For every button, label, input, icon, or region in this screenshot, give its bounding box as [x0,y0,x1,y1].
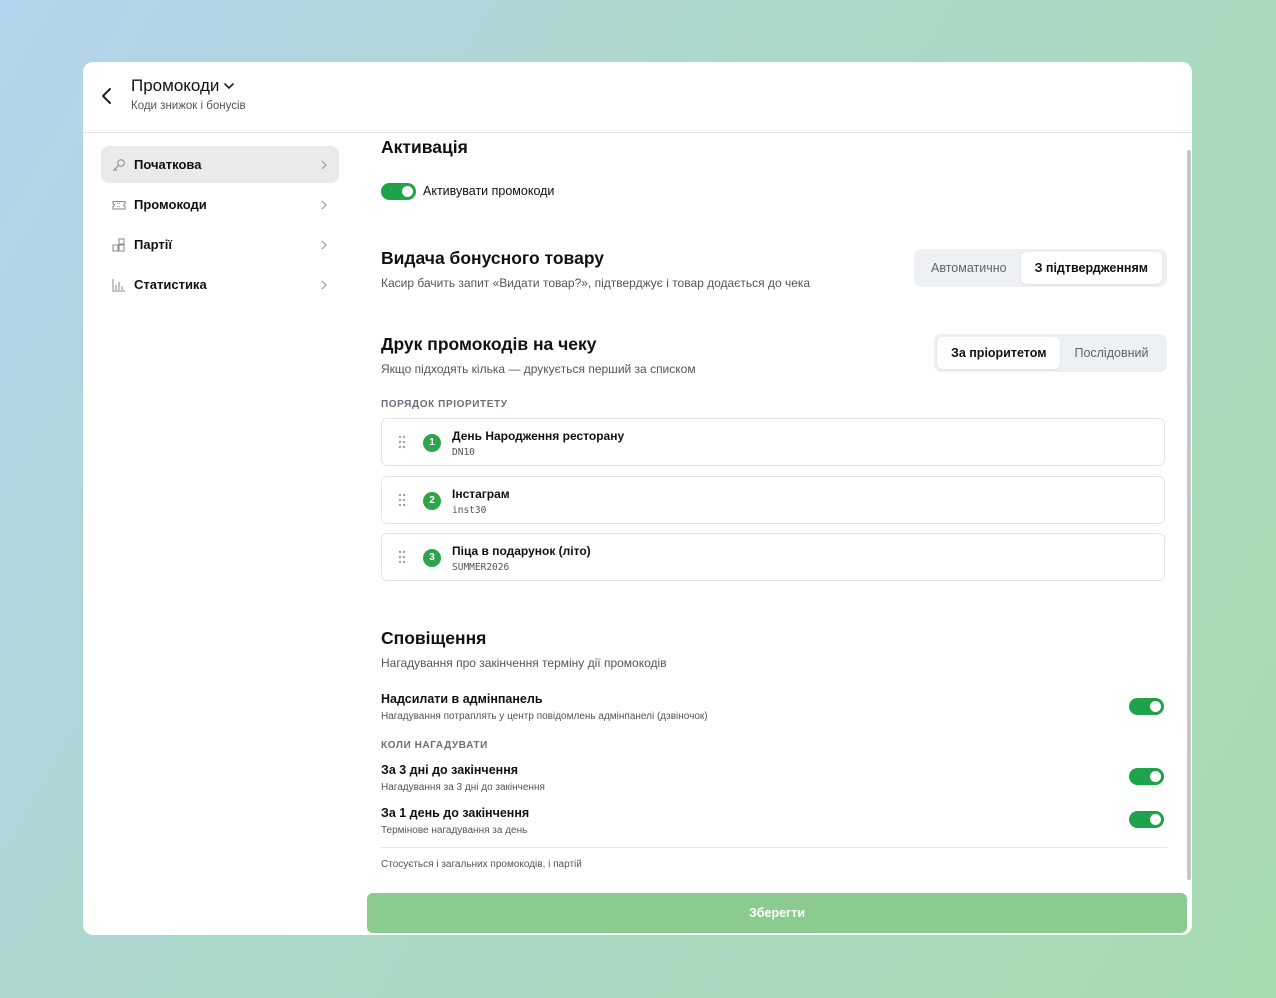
priority-item[interactable]: 1 День Народження ресторану DN10 [381,418,1165,466]
drag-handle-icon[interactable] [398,493,406,507]
priority-item-code: inst30 [452,505,487,516]
remind-3-days-title: За 3 дні до закінчення [381,763,519,777]
sidebar-item-promocodes[interactable]: Промокоди [101,186,339,223]
priority-number-badge: 3 [423,549,441,567]
header: Промокоди Коди знижок і бонусів [83,62,1192,133]
save-button[interactable]: Зберегти [367,893,1187,933]
priority-order-label: ПОРЯДОК ПРІОРИТЕТУ [381,399,508,410]
notifications-footnote: Стосується і загальних промокодів, і пар… [381,859,582,870]
drag-handle-icon[interactable] [398,550,406,564]
notifications-heading: Сповіщення [381,628,487,648]
printing-mode-selector: За пріоритетом Послідовний [934,334,1167,372]
remind-1-day-title: За 1 день до закінчення [381,806,530,820]
priority-item[interactable]: 3 Піца в подарунок (літо) SUMMER2026 [381,533,1165,581]
bar-chart-icon [112,279,125,292]
activation-toggle[interactable] [381,183,416,200]
bonus-mode-selector: Автоматично З підтвердженням [914,249,1167,287]
chevron-right-icon [321,200,327,210]
priority-number-badge: 2 [423,492,441,510]
remind-3-days-toggle[interactable] [1129,768,1164,785]
priority-item-name: Піца в подарунок (літо) [452,544,591,558]
ticket-icon [112,201,126,210]
sidebar-item-batches[interactable]: Партії [101,226,339,263]
chevron-right-icon [321,280,327,290]
activation-heading: Активація [381,137,468,157]
bonus-heading: Видача бонусного товару [381,248,605,268]
when-remind-label: КОЛИ НАГАДУВАТИ [381,740,488,751]
boxes-icon [112,238,125,252]
priority-item-name: Інстаграм [452,487,510,501]
remind-1-day-sub: Термінове нагадування за день [381,825,528,836]
admin-notify-sub: Нагадування потраплять у центр повідомле… [381,711,708,722]
key-icon [113,159,125,171]
settings-window: Промокоди Коди знижок і бонусів Початков… [83,62,1192,935]
remind-3-days-sub: Нагадування за 3 дні до закінчення [381,782,545,793]
back-arrow-icon[interactable] [97,85,117,107]
sidebar-item-label: Початкова [134,157,202,172]
bonus-mode-with-confirmation[interactable]: З підтвердженням [1020,252,1162,284]
printing-description: Якщо підходять кілька — друкується перши… [381,362,696,376]
sidebar-item-label: Статистика [134,277,207,292]
priority-item-code: DN10 [452,447,475,458]
chevron-right-icon [321,240,327,250]
priority-number-badge: 1 [423,434,441,452]
remind-1-day-toggle[interactable] [1129,811,1164,828]
printing-mode-sequential[interactable]: Послідовний [1060,337,1162,369]
sidebar-item-initial[interactable]: Початкова [101,146,339,183]
page-subtitle: Коди знижок і бонусів [131,100,246,112]
divider [381,847,1167,848]
page-title: Промокоди [131,76,220,95]
chevron-down-icon [224,83,235,89]
sidebar-item-label: Партії [134,237,172,252]
sidebar: Початкова Промокоди Партії Статистика [101,146,339,306]
chevron-right-icon [321,160,327,170]
scrollbar[interactable] [1187,150,1191,880]
bonus-description: Касир бачить запит «Видати товар?», підт… [381,276,811,290]
admin-notify-title: Надсилати в адмінпанель [381,692,543,706]
notifications-description: Нагадування про закінчення терміну дії п… [381,656,667,670]
bonus-mode-automatic[interactable]: Автоматично [917,252,1021,284]
printing-heading: Друк промокодів на чеку [381,334,597,354]
priority-item[interactable]: 2 Інстаграм inst30 [381,476,1165,524]
sidebar-item-label: Промокоди [134,197,207,212]
sidebar-item-statistics[interactable]: Статистика [101,266,339,303]
admin-notify-toggle[interactable] [1129,698,1164,715]
activation-toggle-label: Активувати промокоди [423,184,555,198]
printing-mode-priority[interactable]: За пріоритетом [937,337,1061,369]
drag-handle-icon[interactable] [398,435,406,449]
priority-item-name: День Народження ресторану [452,429,625,443]
page-title-dropdown[interactable]: Промокоди [131,76,235,96]
priority-item-code: SUMMER2026 [452,562,510,573]
